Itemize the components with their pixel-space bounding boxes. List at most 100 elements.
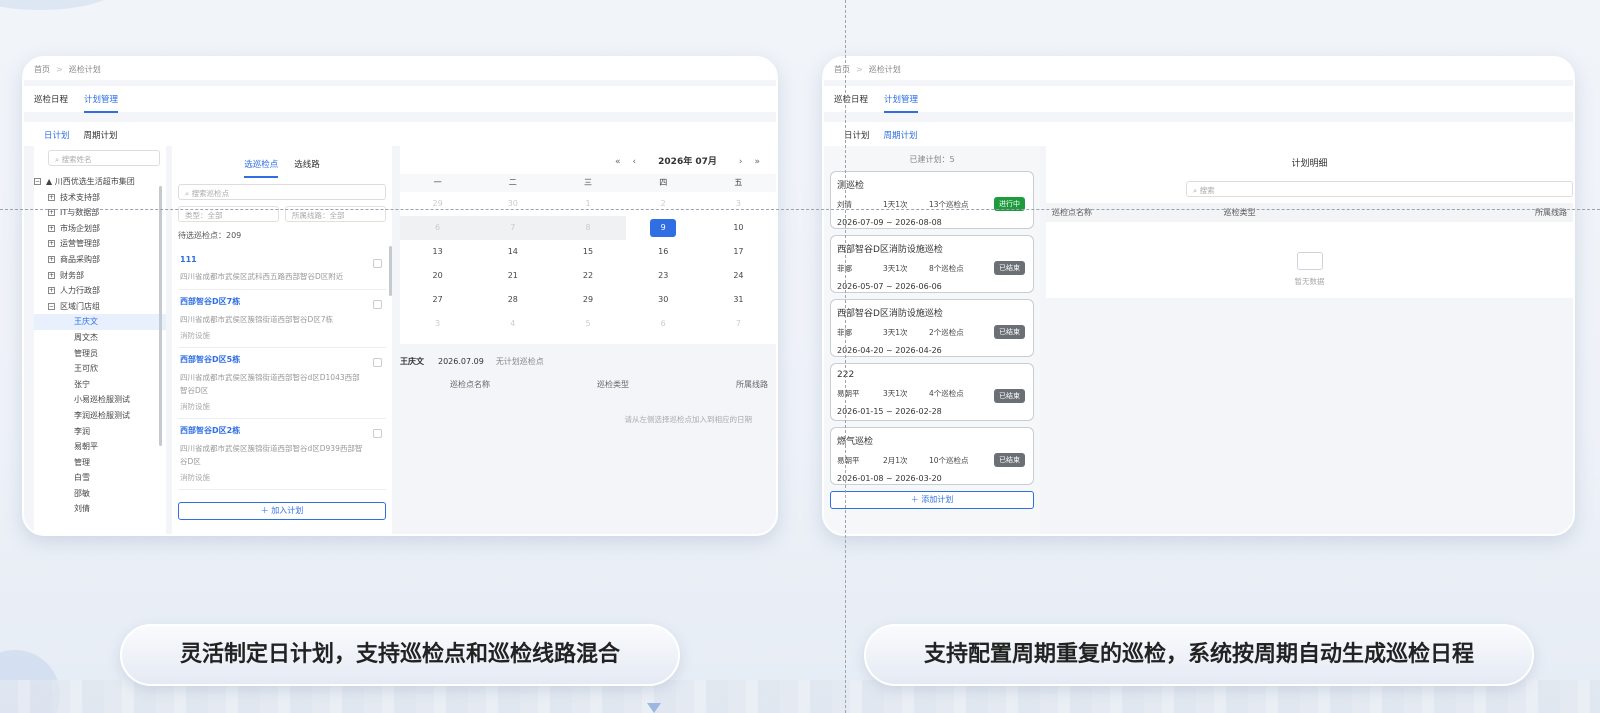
tree-person[interactable]: 管理员 (34, 346, 166, 362)
tab-select-routes[interactable]: 选线路 (294, 160, 320, 176)
tree-person[interactable]: 张宁 (34, 377, 166, 393)
point-checkbox[interactable] (373, 429, 382, 438)
tree-dept[interactable]: + 技术支持部 (34, 190, 166, 206)
tree-dept[interactable]: + 运营管理部 (34, 236, 166, 252)
plan-card[interactable]: 测巡检 刘倩 1天1次 13个巡检点 2026-07-09 ~ 2026-08-08 进行… (830, 171, 1034, 229)
tab-cycle-plan[interactable]: 周期计划 (84, 131, 118, 147)
detail-search-input[interactable]: ⌕ 搜索 (1186, 181, 1573, 197)
expand-icon[interactable]: + (48, 271, 55, 279)
calendar-day[interactable]: 15 (550, 240, 625, 264)
tab-schedule[interactable]: 巡检日程 (834, 95, 868, 111)
point-checkbox[interactable] (373, 300, 382, 309)
calendar-day[interactable]: 10 (701, 216, 776, 240)
point-item[interactable]: 西部智谷D区5栋 四川省成都市武侯区簇锦街道西部智谷d区D1043西部智谷D区 消防… (178, 348, 386, 419)
tree-person[interactable]: 李润 (34, 424, 166, 440)
add-plan-button[interactable]: ＋ 添加计划 (830, 491, 1034, 509)
point-name[interactable]: 西部智谷D区2栋 (180, 425, 384, 436)
calendar-day[interactable]: 17 (701, 240, 776, 264)
calendar-day[interactable]: 3 (701, 192, 776, 216)
next-month-button[interactable]: › (739, 157, 743, 167)
calendar-day[interactable]: 2 (626, 192, 701, 216)
calendar-day[interactable]: 14 (475, 240, 550, 264)
calendar-day[interactable]: 29 (550, 288, 625, 312)
calendar-day-selected[interactable]: 9 (626, 216, 701, 240)
tree-person[interactable]: 易朝平 (34, 439, 166, 455)
tree-scrollbar[interactable] (159, 186, 162, 446)
tab-daily-plan[interactable]: 日计划 (844, 131, 870, 147)
tree-person[interactable]: 管理 (34, 455, 166, 471)
tab-plan-management[interactable]: 计划管理 (84, 95, 119, 113)
expand-icon[interactable]: + (48, 287, 55, 295)
calendar-day[interactable]: 6 (400, 216, 476, 240)
point-checkbox[interactable] (373, 358, 382, 367)
prev-year-button[interactable]: « (615, 157, 621, 167)
tree-person[interactable]: 王庆文 (34, 314, 166, 330)
calendar-day[interactable]: 8 (550, 216, 626, 240)
expand-icon[interactable]: + (48, 193, 55, 201)
calendar-day[interactable]: 21 (475, 264, 550, 288)
calendar-day[interactable]: 4 (475, 312, 550, 336)
calendar-day[interactable]: 30 (626, 288, 701, 312)
tree-search-input[interactable]: ⌕ 搜索姓名 (48, 150, 160, 166)
tab-select-points[interactable]: 选巡检点 (244, 160, 279, 178)
plan-card[interactable]: 燃气巡检 易朝平 2月1次 10个巡检点 2026-01-08 ~ 2026-03-20… (830, 427, 1034, 485)
tree-dept[interactable]: − 区域门店组 (34, 299, 166, 315)
calendar-day[interactable]: 29 (400, 192, 475, 216)
calendar-day[interactable]: 1 (550, 192, 625, 216)
tree-person[interactable]: 小易巡检服测试 (34, 392, 166, 408)
tree-root[interactable]: − ▲ 川西优选生活超市集团 (34, 174, 166, 190)
calendar-day[interactable]: 27 (400, 288, 475, 312)
calendar-day[interactable]: 16 (626, 240, 701, 264)
calendar-day[interactable]: 28 (475, 288, 550, 312)
calendar-day[interactable]: 22 (550, 264, 625, 288)
points-scrollbar[interactable] (389, 246, 392, 296)
tree-dept[interactable]: + 市场企划部 (34, 221, 166, 237)
expand-icon[interactable]: − (48, 302, 55, 310)
add-to-plan-button[interactable]: ＋ 加入计划 (178, 502, 386, 520)
prev-month-button[interactable]: ‹ (633, 157, 637, 167)
calendar-day[interactable]: 23 (626, 264, 701, 288)
calendar-day[interactable]: 5 (550, 312, 625, 336)
expand-icon[interactable]: + (48, 209, 55, 217)
tab-schedule[interactable]: 巡检日程 (34, 95, 68, 111)
breadcrumb-home[interactable]: 首页 (34, 65, 50, 74)
calendar-day[interactable]: 24 (701, 264, 776, 288)
calendar-day[interactable]: 3 (400, 312, 475, 336)
tree-person[interactable]: 刘倩 (34, 501, 166, 517)
next-year-button[interactable]: » (754, 157, 760, 167)
calendar-day[interactable]: 13 (400, 240, 475, 264)
point-name[interactable]: 111 (180, 255, 384, 264)
breadcrumb-home[interactable]: 首页 (834, 65, 850, 74)
tree-dept[interactable]: + 商品采购部 (34, 252, 166, 268)
tree-dept[interactable]: + IT与数据部 (34, 205, 166, 221)
calendar-day[interactable]: 7 (701, 312, 776, 336)
expand-icon[interactable]: + (48, 240, 55, 248)
calendar-day[interactable]: 30 (475, 192, 550, 216)
calendar-day[interactable]: 20 (400, 264, 475, 288)
plan-card[interactable]: 西部智谷D区消防设施巡检 菲娜 3天1次 8个巡检点 2026-05-07 ~ 2026… (830, 235, 1034, 293)
column-header: 所属线路 (736, 380, 768, 389)
tab-plan-management[interactable]: 计划管理 (884, 95, 919, 113)
tree-person[interactable]: 周文杰 (34, 330, 166, 346)
point-address: 四川省成都市武侯区簇锦街道西部智谷D区7栋 (180, 315, 334, 324)
tree-person[interactable]: 李润巡检服测试 (34, 408, 166, 424)
tree-person[interactable]: 王可欣 (34, 361, 166, 377)
expand-icon[interactable]: + (48, 224, 55, 232)
point-item[interactable]: 西部智谷D区7栋 四川省成都市武侯区簇锦街道西部智谷D区7栋 消防设施 (178, 290, 386, 348)
point-search-input[interactable]: ⌕ 搜索巡检点 (178, 184, 386, 200)
point-checkbox[interactable] (373, 259, 382, 268)
calendar-day[interactable]: 31 (701, 288, 776, 312)
calendar-day[interactable]: 6 (626, 312, 701, 336)
plan-card[interactable]: 西部智谷D区消防设施巡检 菲娜 3天1次 2个巡检点 2026-04-20 ~ 2026… (830, 299, 1034, 357)
point-item[interactable]: 111 四川省成都市武侯区武科西五路西部智谷D区附近 (178, 249, 386, 290)
point-item[interactable]: 西部智谷D区2栋 四川省成都市武侯区簇锦街道西部智谷d区D939西部智谷D区 消防设… (178, 419, 386, 490)
plan-card[interactable]: 222 易朝平 3天1次 4个巡检点 2026-01-15 ~ 2026-02-28 已结… (830, 363, 1034, 421)
calendar-day[interactable]: 7 (475, 216, 551, 240)
tree-person[interactable]: 邵敏 (34, 486, 166, 502)
point-name[interactable]: 西部智谷D区5栋 (180, 354, 384, 365)
expand-icon[interactable]: + (48, 255, 55, 263)
point-name[interactable]: 西部智谷D区7栋 (180, 296, 384, 307)
tree-dept[interactable]: + 财务部 (34, 268, 166, 284)
tree-dept[interactable]: + 人力行政部 (34, 283, 166, 299)
tree-person[interactable]: 白雪 (34, 470, 166, 486)
